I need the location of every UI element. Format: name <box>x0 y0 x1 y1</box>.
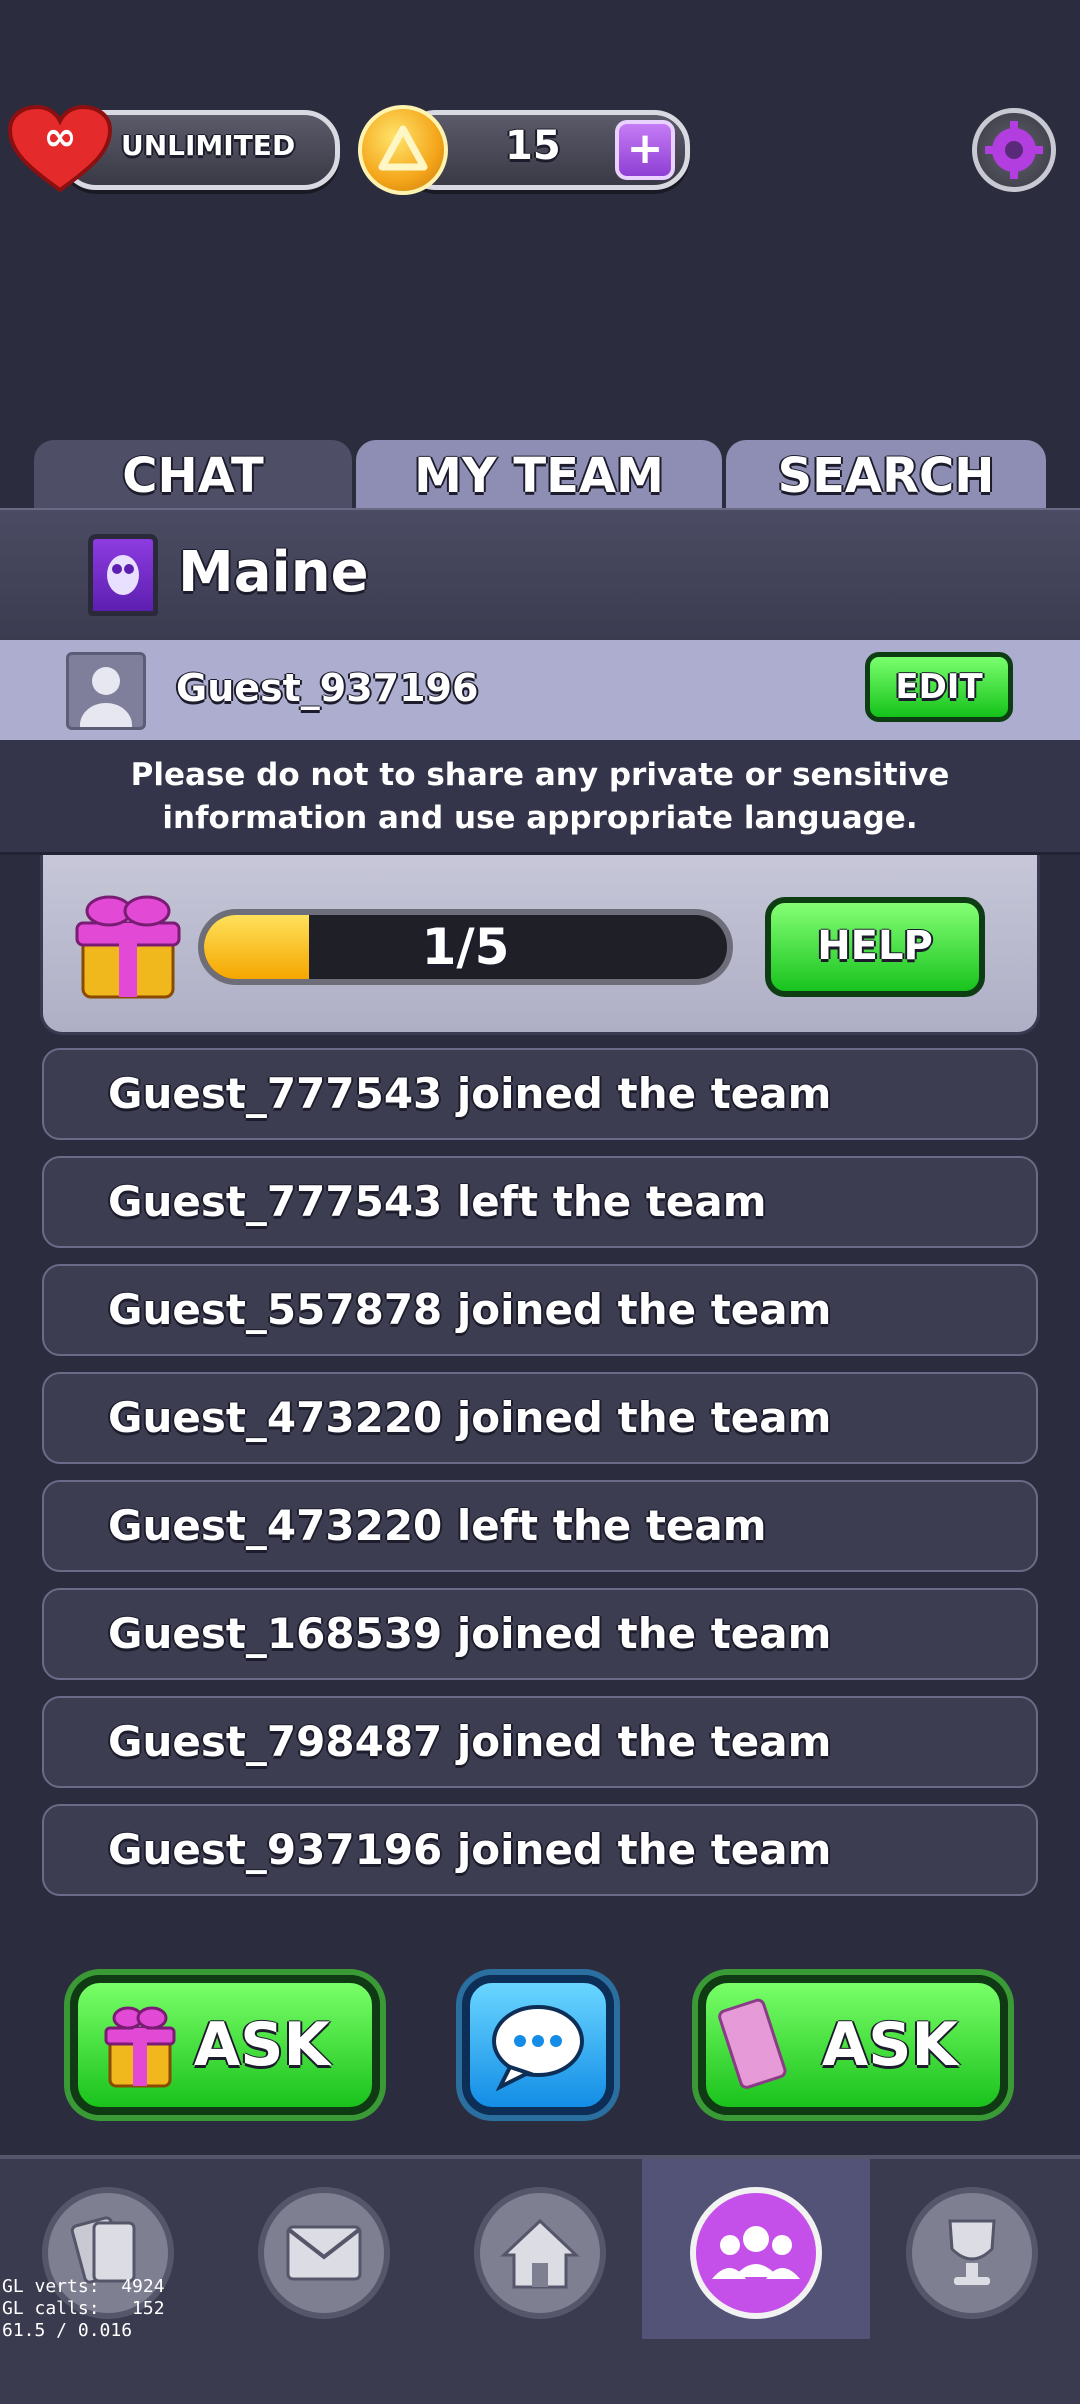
nav-home[interactable] <box>444 2159 634 2339</box>
home-icon <box>500 2218 580 2289</box>
tab-chat[interactable]: CHAT <box>34 440 352 508</box>
progress-text: 1/5 <box>421 918 510 976</box>
owl-badge-icon <box>88 534 158 616</box>
gift-icon <box>75 895 181 999</box>
notice-line-2: information and use appropriate language… <box>162 800 918 836</box>
avatar <box>66 652 146 730</box>
chat-message-row: Guest_798487 joined the team <box>42 1696 1038 1788</box>
team-header: Maine <box>0 508 1080 640</box>
chat-message-row: Guest_473220 left the team <box>42 1480 1038 1572</box>
buy-coins-button[interactable]: + <box>615 120 675 180</box>
coin-icon <box>358 105 448 195</box>
team-name: Maine <box>178 540 369 605</box>
mail-icon <box>286 2225 362 2281</box>
nav-mail[interactable] <box>228 2159 418 2339</box>
chat-message-row: Guest_473220 joined the team <box>42 1372 1038 1464</box>
gift-request-card: 1/5 HELP <box>40 855 1040 1035</box>
team-icon <box>712 2226 800 2279</box>
debug-line: GL verts: 4924 <box>2 2276 165 2297</box>
chat-message-row: Guest_168539 joined the team <box>42 1588 1038 1680</box>
debug-line: 61.5 / 0.016 <box>2 2320 133 2341</box>
debug-overlay: GL verts: 4924 GL calls: 152 61.5 / 0.016 <box>2 2276 165 2342</box>
heart-infinity-icon: ∞ <box>7 105 113 193</box>
tab-my-team[interactable]: MY TEAM <box>356 440 722 508</box>
coins-value: 15 <box>505 123 561 169</box>
edit-button[interactable]: EDIT <box>865 652 1013 722</box>
nav-trophy[interactable] <box>876 2159 1066 2339</box>
tab-search[interactable]: SEARCH <box>726 440 1046 508</box>
help-button[interactable]: HELP <box>765 897 985 997</box>
nav-team[interactable] <box>642 2159 870 2339</box>
user-name: Guest_937196 <box>176 666 479 710</box>
chat-message-row: Guest_777543 left the team <box>42 1156 1038 1248</box>
chat-input-button[interactable] <box>462 1975 614 2115</box>
chat-message-row: Guest_557878 joined the team <box>42 1264 1038 1356</box>
request-progress-bar: 1/5 <box>198 909 733 985</box>
svg-text:∞: ∞ <box>43 114 76 160</box>
chat-message-row: Guest_777543 joined the team <box>42 1048 1038 1140</box>
card-pack-icon <box>718 1998 787 2089</box>
trophy-icon <box>948 2219 996 2285</box>
current-user-row: Guest_937196 EDIT <box>0 640 1080 740</box>
settings-gear-icon[interactable] <box>972 108 1056 192</box>
notice-line-1: Please do not to share any private or se… <box>130 757 950 793</box>
gift-icon <box>104 2006 176 2088</box>
lives-label: UNLIMITED <box>121 129 296 162</box>
speech-bubble-icon <box>492 2005 584 2092</box>
privacy-notice: Please do not to share any private or se… <box>0 740 1080 855</box>
chat-message-row: Guest_937196 joined the team <box>42 1804 1038 1896</box>
debug-line: GL calls: 152 <box>2 2298 165 2319</box>
